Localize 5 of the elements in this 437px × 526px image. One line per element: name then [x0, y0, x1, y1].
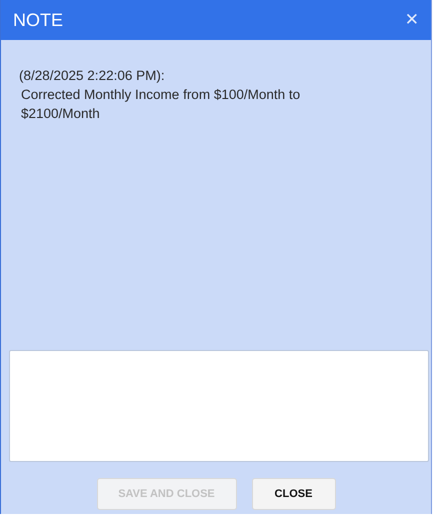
- window-title: NOTE: [13, 10, 64, 30]
- note-input-field[interactable]: [9, 350, 429, 462]
- note-timestamp: (8/28/2025 2:22:06 PM):: [19, 67, 166, 85]
- close-button[interactable]: CLOSE: [252, 478, 336, 510]
- note-text: Corrected Monthly Income from $100/Month to $2100/Month: [20, 86, 302, 123]
